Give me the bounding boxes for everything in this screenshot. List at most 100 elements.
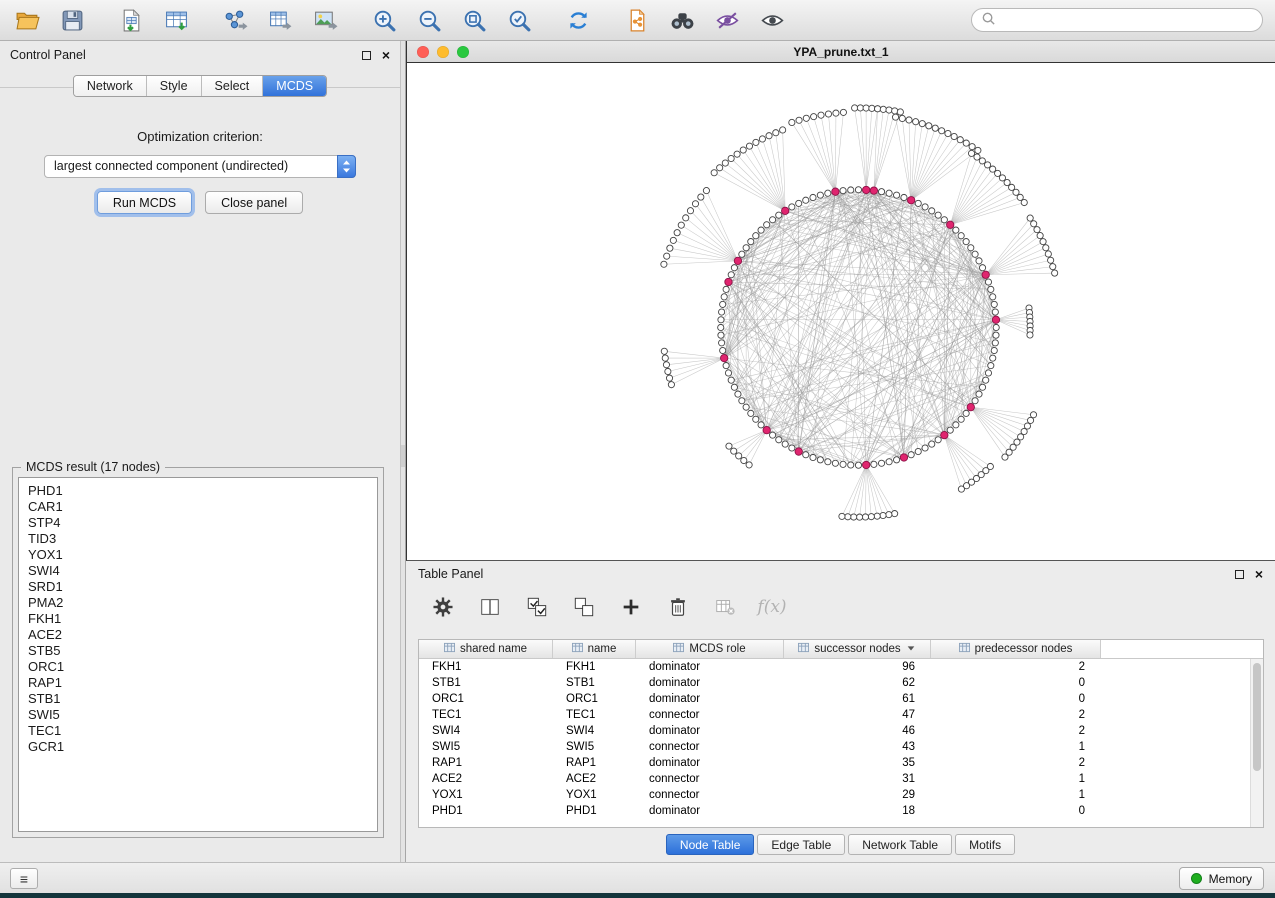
cell-name: ORC1 (553, 693, 636, 705)
split-column-icon[interactable] (477, 594, 503, 620)
share-file-icon[interactable] (622, 5, 652, 35)
mcds-result-item[interactable]: YOX1 (28, 547, 368, 563)
close-panel-icon[interactable]: × (1255, 567, 1263, 581)
table-row[interactable]: PHD1PHD1dominator180 (419, 803, 1263, 819)
tab-network[interactable]: Network (74, 76, 147, 96)
open-file-icon[interactable] (12, 5, 42, 35)
save-session-icon[interactable] (57, 5, 87, 35)
cell-predecessor-nodes: 2 (931, 757, 1101, 769)
mcds-result-item[interactable]: ACE2 (28, 627, 368, 643)
mcds-result-item[interactable]: SRD1 (28, 579, 368, 595)
close-panel-icon[interactable]: × (382, 48, 390, 62)
cell-name: ACE2 (553, 773, 636, 785)
zoom-in-icon[interactable] (369, 5, 399, 35)
show-graphics-details-icon[interactable] (757, 5, 787, 35)
table-row[interactable]: FKH1FKH1dominator962 (419, 659, 1263, 675)
table-row[interactable]: ACE2ACE2connector311 (419, 771, 1263, 787)
import-table-icon[interactable] (161, 5, 191, 35)
mcds-result-item[interactable]: PMA2 (28, 595, 368, 611)
mcds-result-item[interactable]: SWI4 (28, 563, 368, 579)
tab-motifs[interactable]: Motifs (955, 834, 1015, 855)
import-file-icon[interactable] (116, 5, 146, 35)
mcds-result-item[interactable]: GCR1 (28, 739, 368, 755)
column-header-name[interactable]: name (553, 640, 636, 658)
export-image-icon[interactable] (310, 5, 340, 35)
table-row[interactable]: STB1STB1dominator620 (419, 675, 1263, 691)
cell-successor-nodes: 96 (784, 661, 931, 673)
settings-icon[interactable] (430, 594, 456, 620)
tab-mcds[interactable]: MCDS (263, 76, 326, 96)
search-input[interactable] (1002, 13, 1253, 27)
export-table-icon[interactable] (265, 5, 295, 35)
mcds-result-item[interactable]: FKH1 (28, 611, 368, 627)
column-header-shared-name[interactable]: shared name (419, 640, 553, 658)
table-row[interactable]: SWI4SWI4dominator462 (419, 723, 1263, 739)
run-mcds-button[interactable]: Run MCDS (97, 191, 192, 214)
mcds-result-item[interactable]: ORC1 (28, 659, 368, 675)
mcds-buttons-row: Run MCDS Close panel (0, 191, 400, 214)
zoom-out-icon[interactable] (414, 5, 444, 35)
cell-successor-nodes: 35 (784, 757, 931, 769)
mcds-result-item[interactable]: RAP1 (28, 675, 368, 691)
tab-network-table[interactable]: Network Table (848, 834, 952, 855)
table-row[interactable]: RAP1RAP1dominator352 (419, 755, 1263, 771)
zoom-selected-icon[interactable] (504, 5, 534, 35)
mcds-result-item[interactable]: TID3 (28, 531, 368, 547)
search-box[interactable] (971, 8, 1263, 32)
cell-predecessor-nodes: 2 (931, 725, 1101, 737)
scrollbar-thumb[interactable] (1253, 663, 1261, 771)
table-row[interactable]: SWI5SWI5connector431 (419, 739, 1263, 755)
cell-successor-nodes: 31 (784, 773, 931, 785)
float-panel-icon[interactable] (1235, 570, 1244, 579)
control-panel-title: Control Panel (10, 48, 86, 62)
table-row[interactable]: TEC1TEC1connector472 (419, 707, 1263, 723)
cell-mcds-role: dominator (636, 757, 784, 769)
tab-edge-table[interactable]: Edge Table (757, 834, 845, 855)
export-network-icon[interactable] (220, 5, 250, 35)
cell-successor-nodes: 46 (784, 725, 931, 737)
cell-successor-nodes: 43 (784, 741, 931, 753)
window-close-button[interactable] (417, 46, 429, 58)
network-canvas[interactable] (407, 63, 1275, 560)
criterion-select[interactable]: largest connected component (undirected) (44, 155, 356, 178)
network-search-icon[interactable] (667, 5, 697, 35)
mcds-result-item[interactable]: PHD1 (28, 483, 368, 499)
mcds-result-item[interactable]: STP4 (28, 515, 368, 531)
float-panel-icon[interactable] (362, 51, 371, 60)
mcds-result-item[interactable]: SWI5 (28, 707, 368, 723)
tab-node-table[interactable]: Node Table (666, 834, 755, 855)
mcds-result-list[interactable]: PHD1CAR1STP4TID3YOX1SWI4SRD1PMA2FKH1ACE2… (18, 477, 378, 832)
window-zoom-button[interactable] (457, 46, 469, 58)
table-row[interactable]: ORC1ORC1dominator610 (419, 691, 1263, 707)
network-graph[interactable] (407, 63, 1275, 560)
refresh-network-icon[interactable] (563, 5, 593, 35)
column-header-successor-nodes[interactable]: successor nodes (784, 640, 931, 658)
deselect-all-icon[interactable] (571, 594, 597, 620)
column-header-predecessor-nodes[interactable]: predecessor nodes (931, 640, 1101, 658)
zoom-fit-icon[interactable] (459, 5, 489, 35)
close-mcds-panel-button[interactable]: Close panel (205, 191, 303, 214)
network-view-window: YPA_prune.txt_1 (406, 41, 1275, 561)
mcds-result-item[interactable]: STB1 (28, 691, 368, 707)
delete-row-icon[interactable] (665, 594, 691, 620)
tab-style[interactable]: Style (147, 76, 202, 96)
select-all-icon[interactable] (524, 594, 550, 620)
hide-graphics-details-icon[interactable] (712, 5, 742, 35)
add-row-icon[interactable] (618, 594, 644, 620)
cell-shared-name: SWI5 (419, 741, 553, 753)
cell-mcds-role: connector (636, 709, 784, 721)
mcds-result-item[interactable]: TEC1 (28, 723, 368, 739)
cell-name: RAP1 (553, 757, 636, 769)
status-menu-button[interactable]: ≡ (10, 868, 38, 889)
table-scrollbar[interactable] (1250, 659, 1263, 827)
node-table: shared namenameMCDS rolesuccessor nodesp… (418, 639, 1264, 828)
memory-button[interactable]: Memory (1179, 867, 1264, 890)
column-header-mcds-role[interactable]: MCDS role (636, 640, 784, 658)
mcds-result-item[interactable]: STB5 (28, 643, 368, 659)
mcds-result-item[interactable]: CAR1 (28, 499, 368, 515)
table-row[interactable]: YOX1YOX1connector291 (419, 787, 1263, 803)
network-window-titlebar[interactable]: YPA_prune.txt_1 (407, 41, 1275, 63)
tab-select[interactable]: Select (202, 76, 264, 96)
mcds-result-groupbox: MCDS result (17 nodes) PHD1CAR1STP4TID3Y… (12, 467, 384, 838)
window-minimize-button[interactable] (437, 46, 449, 58)
